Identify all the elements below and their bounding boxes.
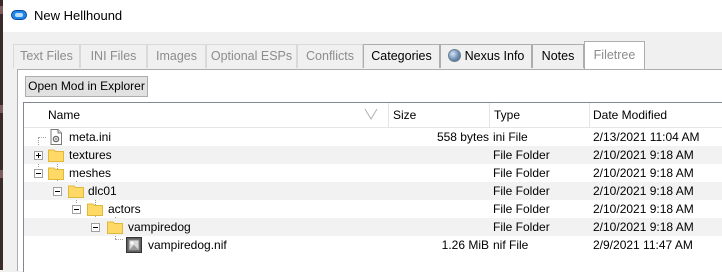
row-type: ini File [493,130,528,144]
row-date: 2/10/2021 9:18 AM [593,184,694,198]
row-type: File Folder [493,184,550,198]
window-title: New Hellhound [34,8,123,23]
type-column-header[interactable]: Type [490,103,590,127]
tab-label: INI Files [90,49,137,63]
tab-ini-files[interactable]: INI Files [80,44,147,68]
tree-row[interactable]: meta.ini 558 bytes ini File 2/13/2021 11… [24,128,722,146]
row-type: nif File [493,238,529,252]
tab-label: Images [156,49,197,63]
row-name: dlc01 [88,184,117,198]
filetree-panel: Open Mod in Explorer Name Size Type Date… [17,69,722,272]
row-name: vampiredog.nif [148,238,227,252]
row-date: 2/10/2021 9:18 AM [593,220,694,234]
name-column-header[interactable]: Name [24,103,389,127]
file-tree-view[interactable]: Name Size Type Date Modified meta.ini 55… [23,102,722,272]
column-label: Type [494,108,521,122]
row-type: File Folder [493,220,550,234]
row-name: meshes [69,166,112,180]
tree-row[interactable]: actors File Folder 2/10/2021 9:18 AM [24,200,722,218]
globe-icon [447,49,461,62]
open-mod-in-explorer-button[interactable]: Open Mod in Explorer [25,76,148,97]
column-header-row: Name Size Type Date Modified [24,103,722,128]
title-bar: New Hellhound [3,0,722,32]
tab-optional-esps[interactable]: Optional ESPs [206,44,297,68]
tab-label: Notes [541,49,575,63]
row-date: 2/10/2021 9:18 AM [593,166,694,180]
tree-row[interactable]: vampiredog.nif 1.26 MiB nif File 2/9/202… [24,236,722,254]
tab-label: Optional ESPs [210,49,293,63]
tab-label: Conflicts [306,49,354,63]
tab-categories[interactable]: Categories [363,44,440,68]
folder-icon [107,221,123,234]
nif-file-icon [126,237,142,253]
column-label: Date Modified [593,108,668,122]
row-size [389,218,489,236]
row-size [389,164,489,182]
date-column-header[interactable]: Date Modified [590,103,722,127]
size-column-header[interactable]: Size [389,103,490,127]
tab-images[interactable]: Images [147,44,206,68]
tab-filetree[interactable]: Filetree [584,41,645,69]
tab-text-files[interactable]: Text Files [13,44,80,68]
tab-label: Text Files [20,49,73,63]
folder-icon [48,149,64,162]
tree-row[interactable]: vampiredog File Folder 2/10/2021 9:18 AM [24,218,722,236]
tab-conflicts[interactable]: Conflicts [297,44,363,68]
row-name: vampiredog [128,220,191,234]
tab-label: Filetree [593,48,636,62]
folder-icon [48,167,64,180]
ini-file-icon [50,129,62,145]
row-size: 558 bytes [436,130,489,144]
row-name: actors [108,202,141,216]
app-icon [11,10,27,20]
row-name: textures [69,148,112,162]
tree-row[interactable]: textures File Folder 2/10/2021 9:18 AM [24,146,722,164]
row-date: 2/13/2021 11:04 AM [593,130,700,144]
tab-notes[interactable]: Notes [532,44,584,68]
tree-row[interactable]: meshes File Folder 2/10/2021 9:18 AM [24,164,722,182]
sort-arrow-icon [364,108,378,120]
row-date: 2/10/2021 9:18 AM [593,202,694,216]
row-size [389,200,489,218]
collapse-icon[interactable] [53,187,62,196]
column-label: Name [48,108,81,122]
expand-icon[interactable] [34,151,43,160]
row-type: File Folder [493,148,550,162]
row-type: File Folder [493,166,550,180]
row-date: 2/10/2021 9:18 AM [593,148,694,162]
tab-bar: Text Files INI Files Images Optional ESP… [3,32,722,70]
row-size [389,182,489,200]
row-type: File Folder [493,202,550,216]
row-date: 2/9/2021 11:47 AM [593,238,693,252]
tree-row[interactable]: dlc01 File Folder 2/10/2021 9:18 AM [24,182,722,200]
column-label: Size [393,108,417,122]
row-size: 1.26 MiB [441,238,489,252]
collapse-icon[interactable] [34,169,43,178]
folder-icon [87,203,103,216]
tab-label: Categories [371,49,432,63]
folder-icon [68,185,84,198]
tab-label: Nexus Info [464,49,525,63]
collapse-icon[interactable] [72,205,81,214]
row-name: meta.ini [69,130,112,144]
row-size [389,146,489,164]
tab-nexus-info[interactable]: Nexus Info [440,44,532,68]
collapse-icon[interactable] [91,223,100,232]
